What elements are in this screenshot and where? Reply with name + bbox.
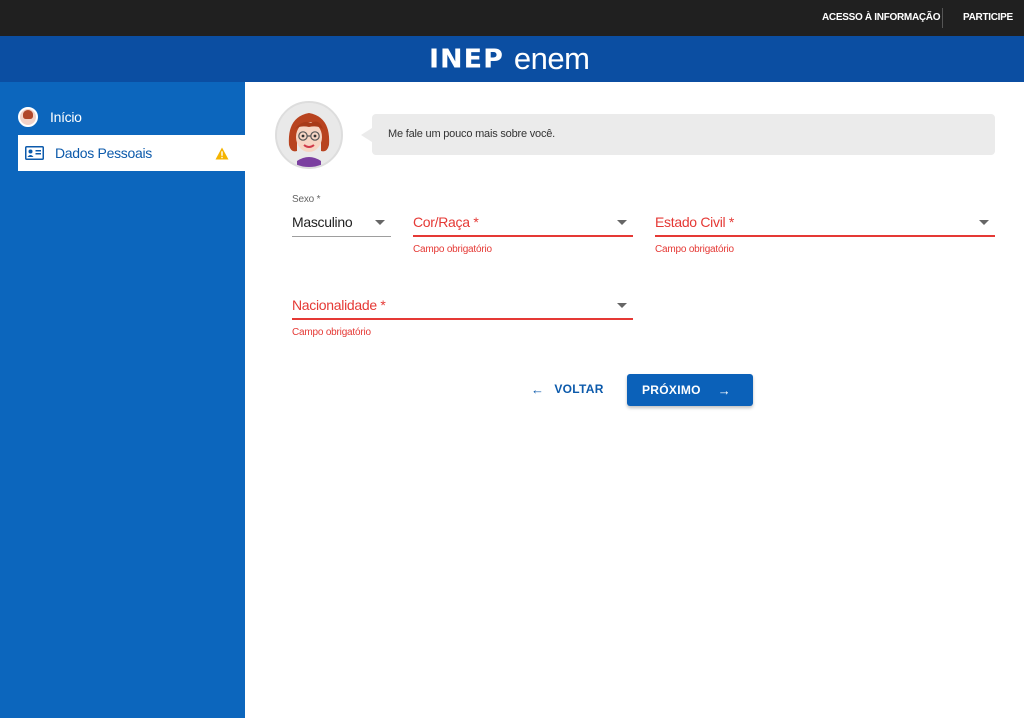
- next-button-label: PRÓXIMO: [642, 383, 701, 397]
- arrow-left-icon: ←: [531, 381, 545, 397]
- sexo-value: Masculino: [292, 214, 353, 230]
- next-button[interactable]: PRÓXIMO →: [627, 374, 753, 406]
- id-card-icon: [25, 146, 44, 160]
- sexo-underline: [292, 236, 391, 237]
- gov-top-bar: ACESSO À INFORMAÇÃO PARTICIPE: [0, 0, 1024, 36]
- nacionalidade-underline: [292, 318, 633, 320]
- back-button-label: VOLTAR: [554, 382, 604, 396]
- warning-icon: [215, 147, 229, 160]
- sidebar-item-label: Início: [50, 109, 82, 125]
- sidebar-item-inicio[interactable]: Início: [18, 105, 82, 129]
- participate-link[interactable]: PARTICIPE: [963, 12, 1013, 23]
- nacionalidade-label: Nacionalidade *: [292, 297, 386, 313]
- chevron-down-icon: [375, 220, 385, 225]
- arrow-right-icon: →: [717, 382, 732, 398]
- estado-civil-label: Estado Civil *: [655, 214, 735, 230]
- enem-logo-text: enem: [513, 41, 590, 76]
- inep-enem-logo[interactable]: INEP enem: [429, 41, 590, 76]
- inep-logo-text: INEP: [429, 44, 504, 74]
- chevron-down-icon: [617, 303, 627, 308]
- assistant-message-bubble: Me fale um pouco mais sobre você.: [361, 114, 995, 155]
- cor-raca-label: Cor/Raça *: [413, 214, 479, 230]
- nacionalidade-error: Campo obrigatório: [292, 327, 371, 338]
- estado-civil-error: Campo obrigatório: [655, 244, 734, 255]
- chevron-down-icon: [617, 220, 627, 225]
- assistant-avatar: [275, 101, 343, 169]
- sidebar-item-dados-pessoais[interactable]: Dados Pessoais: [18, 135, 245, 171]
- divider: [942, 8, 943, 28]
- chevron-down-icon: [979, 220, 989, 225]
- assistant-face-icon: [277, 103, 341, 167]
- back-button[interactable]: ← VOLTAR: [524, 377, 608, 401]
- avatar-icon: [18, 107, 38, 127]
- sexo-label: Sexo *: [292, 194, 321, 205]
- cor-raca-error: Campo obrigatório: [413, 244, 492, 255]
- estado-civil-underline: [655, 235, 995, 237]
- assistant-message-text: Me fale um pouco mais sobre você.: [388, 128, 556, 140]
- cor-raca-underline: [413, 235, 633, 237]
- access-information-link[interactable]: ACESSO À INFORMAÇÃO: [822, 12, 941, 23]
- sidebar-item-label: Dados Pessoais: [55, 145, 152, 161]
- sidebar: [0, 82, 245, 718]
- brand-header: INEP enem: [0, 36, 1024, 82]
